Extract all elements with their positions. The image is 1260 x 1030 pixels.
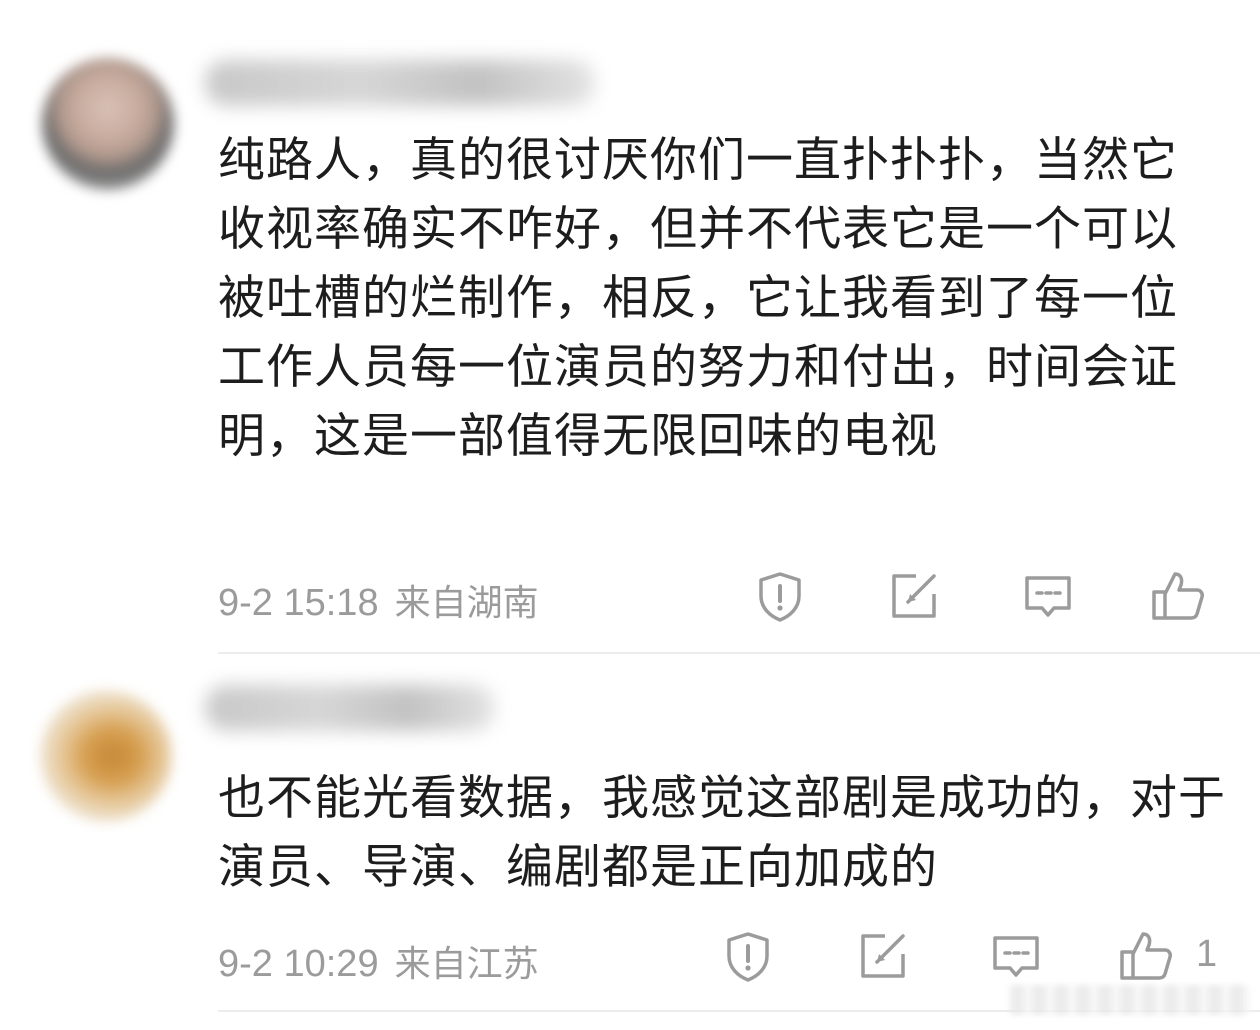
reply-button[interactable] [988, 928, 1044, 984]
report-button[interactable] [720, 928, 776, 984]
report-icon [727, 932, 769, 982]
comment-text: 也不能光看数据，我感觉这部剧是成功的，对于演员、导演、编剧都是正向加成的 [218, 771, 1226, 895]
like-icon [1152, 572, 1204, 620]
comment-item: 也不能光看数据，我感觉这部剧是成功的，对于演员、导演、编剧都是正向加成的 9-2… [0, 655, 1260, 1030]
username-blurred[interactable] [205, 60, 595, 106]
repost-icon [892, 574, 936, 618]
like-icon [1120, 932, 1172, 980]
user-avatar[interactable] [42, 58, 174, 190]
like-button[interactable] [1118, 928, 1174, 984]
divider [218, 652, 1260, 654]
like-button[interactable] [1150, 568, 1206, 624]
repost-icon [861, 934, 905, 978]
comment-location: 来自湖南 [394, 583, 539, 624]
comment-text: 纯路人，真的很讨厌你们一直扑扑扑，当然它收视率确实不咋好，但并不代表它是一个可以… [218, 133, 1178, 464]
like-count: 1 [1196, 933, 1218, 975]
reply-icon [993, 936, 1039, 977]
comment-time: 9-2 10:29 [218, 943, 379, 985]
comment-meta: 9-2 10:29 来自江苏 [218, 935, 539, 987]
reply-icon [1025, 576, 1071, 617]
comment-item: 纯路人，真的很讨厌你们一直扑扑扑，当然它收视率确实不咋好，但并不代表它是一个可以… [0, 0, 1260, 655]
comment-meta: 9-2 15:18 来自湖南 [218, 574, 539, 626]
user-avatar[interactable] [40, 690, 172, 822]
repost-button[interactable] [855, 928, 911, 984]
report-button[interactable] [752, 568, 808, 624]
watermark-blurred [1010, 985, 1250, 1015]
reply-button[interactable] [1020, 568, 1076, 624]
username-blurred[interactable] [205, 685, 495, 731]
comment-time: 9-2 15:18 [218, 582, 379, 624]
repost-button[interactable] [886, 568, 942, 624]
report-icon [759, 572, 801, 622]
comment-location: 来自江苏 [394, 944, 539, 985]
